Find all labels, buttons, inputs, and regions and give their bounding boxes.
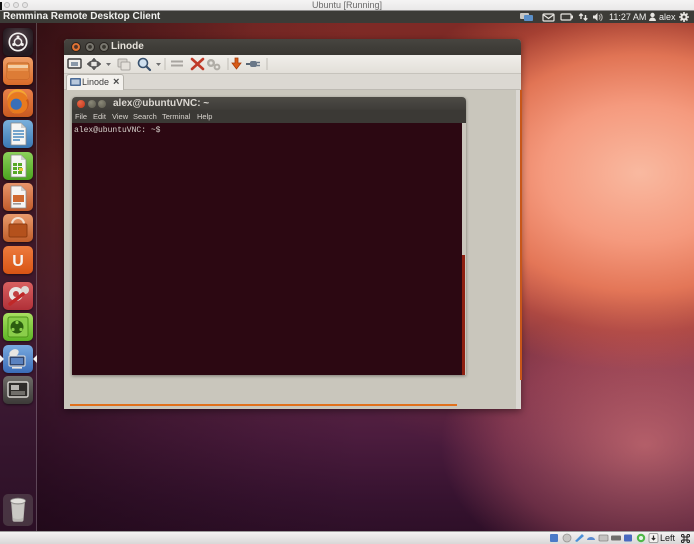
svg-text:U: U — [12, 253, 24, 270]
